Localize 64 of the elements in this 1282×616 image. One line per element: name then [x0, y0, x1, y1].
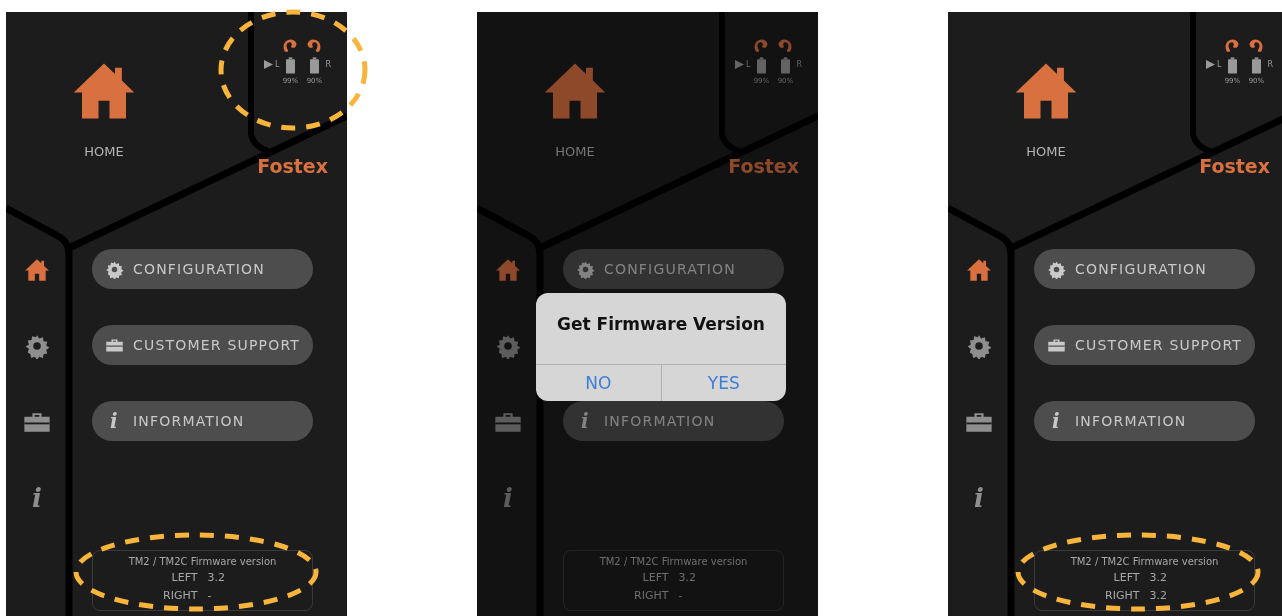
- home-icon[interactable]: [494, 257, 522, 283]
- firmware-version-value: 3.2: [207, 571, 226, 584]
- side-label: R: [1267, 60, 1273, 69]
- side-label: R: [325, 60, 331, 69]
- firmware-side-label: LEFT: [641, 571, 669, 584]
- home-icon[interactable]: [23, 257, 51, 283]
- firmware-side-label: RIGHT: [633, 589, 669, 602]
- firmware-side-label: RIGHT: [1104, 589, 1140, 602]
- dialog-button[interactable]: YES: [660, 365, 786, 401]
- settings-icon[interactable]: [494, 333, 522, 359]
- battery-icon: [780, 57, 790, 74]
- battery-icon: [309, 57, 319, 74]
- firmware-title: TM2 / TM2C Firmware version: [599, 556, 748, 567]
- firmware-title: TM2 / TM2C Firmware version: [1070, 556, 1219, 567]
- firmware-version-value: 3.2: [1149, 571, 1168, 584]
- toolbox-icon: [1047, 337, 1066, 353]
- play-indicator-icon: [1205, 60, 1215, 69]
- firmware-version-value: 3.2: [1149, 589, 1168, 602]
- settings-icon: [1047, 259, 1066, 279]
- home-label: HOME: [555, 144, 595, 159]
- info-icon: i: [105, 409, 124, 433]
- firmware-side-label: LEFT: [170, 571, 198, 584]
- brand-logo: Fostex: [257, 155, 328, 177]
- info-icon[interactable]: i: [494, 485, 522, 511]
- brand-logo: Fostex: [1199, 155, 1270, 177]
- dialog-title: Get Firmware Version: [557, 313, 765, 336]
- firmware-version-value: 3.2: [678, 571, 697, 584]
- battery-icon: [285, 57, 295, 74]
- settings-icon: [576, 259, 595, 279]
- battery-icon: [1227, 57, 1237, 74]
- menu-button[interactable]: CONFIGURATION: [92, 249, 313, 289]
- side-label: L: [745, 60, 751, 69]
- firmware-side-label: RIGHT: [162, 589, 198, 602]
- info-icon: i: [1047, 409, 1066, 433]
- menu-button[interactable]: CUSTOMER SUPPORT: [1034, 325, 1255, 365]
- home-label: HOME: [1026, 144, 1066, 159]
- home-label: HOME: [84, 144, 124, 159]
- firmware-side-label: LEFT: [1112, 571, 1140, 584]
- battery-icon: [1251, 57, 1261, 74]
- menu-button[interactable]: CONFIGURATION: [1034, 249, 1255, 289]
- firmware-title: TM2 / TM2C Firmware version: [128, 556, 277, 567]
- play-indicator-icon: [734, 60, 744, 69]
- menu-button[interactable]: CONFIGURATION: [563, 249, 784, 289]
- info-icon[interactable]: i: [965, 485, 993, 511]
- info-icon: i: [576, 409, 595, 433]
- play-indicator-icon: [263, 60, 273, 69]
- dialog-button[interactable]: NO: [536, 365, 661, 401]
- battery-icon: [756, 57, 766, 74]
- menu-button[interactable]: i INFORMATION: [92, 401, 313, 441]
- menu-button[interactable]: i INFORMATION: [563, 401, 784, 441]
- info-icon[interactable]: i: [23, 485, 51, 511]
- brand-logo: Fostex: [728, 155, 799, 177]
- firmware-version-value: -: [207, 589, 213, 602]
- menu-button[interactable]: i INFORMATION: [1034, 401, 1255, 441]
- side-label: L: [274, 60, 280, 69]
- settings-icon: [105, 259, 124, 279]
- side-label: R: [796, 60, 802, 69]
- firmware-version-value: -: [678, 589, 684, 602]
- settings-icon[interactable]: [23, 333, 51, 359]
- home-icon[interactable]: [965, 257, 993, 283]
- settings-icon[interactable]: [965, 333, 993, 359]
- side-label: L: [1216, 60, 1222, 69]
- toolbox-icon: [105, 337, 124, 353]
- menu-button[interactable]: CUSTOMER SUPPORT: [92, 325, 313, 365]
